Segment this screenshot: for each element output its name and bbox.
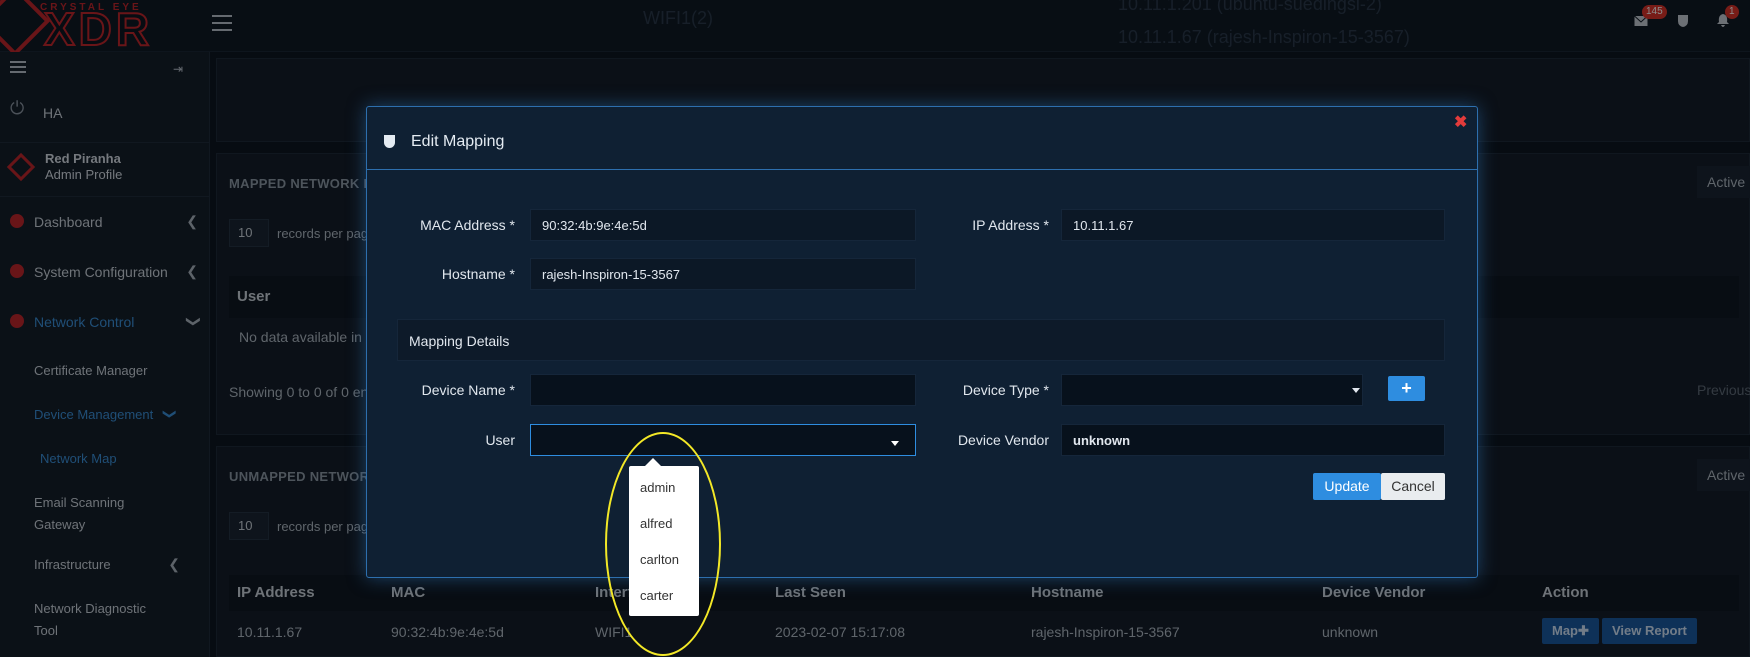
- close-icon[interactable]: ✖: [1454, 112, 1467, 132]
- hostname-label: Hostname *: [441, 266, 515, 282]
- edit-mapping-modal: Edit Mapping ✖ MAC Address * 90:32:4b:9e…: [366, 106, 1478, 578]
- add-device-type-button[interactable]: +: [1388, 376, 1425, 401]
- mapping-details-section: Mapping Details: [397, 319, 1445, 361]
- update-button[interactable]: Update: [1313, 473, 1381, 500]
- hostname-field[interactable]: rajesh-Inspiron-15-3567: [530, 258, 916, 290]
- modal-title: Edit Mapping: [411, 133, 505, 150]
- user-select[interactable]: [530, 424, 916, 456]
- mac-address-label: MAC Address *: [420, 217, 515, 233]
- device-vendor-label: Device Vendor: [957, 432, 1049, 448]
- modal-header: Edit Mapping ✖: [367, 107, 1477, 170]
- chevron-down-icon: [1352, 388, 1360, 393]
- ip-address-label: IP Address *: [972, 217, 1049, 233]
- user-label: User: [485, 432, 515, 448]
- device-name-label: Device Name *: [421, 382, 515, 398]
- mac-address-field[interactable]: 90:32:4b:9e:4e:5d: [530, 209, 916, 241]
- chevron-down-icon: [891, 441, 899, 446]
- device-type-label: Device Type *: [962, 382, 1049, 398]
- device-vendor-field[interactable]: unknown: [1061, 424, 1445, 456]
- cancel-button[interactable]: Cancel: [1381, 473, 1445, 500]
- highlight-ellipse: [605, 432, 721, 656]
- shield-icon: [384, 135, 395, 148]
- device-type-select[interactable]: [1061, 374, 1363, 406]
- device-name-input[interactable]: [530, 374, 916, 406]
- ip-address-field[interactable]: 10.11.1.67: [1061, 209, 1445, 241]
